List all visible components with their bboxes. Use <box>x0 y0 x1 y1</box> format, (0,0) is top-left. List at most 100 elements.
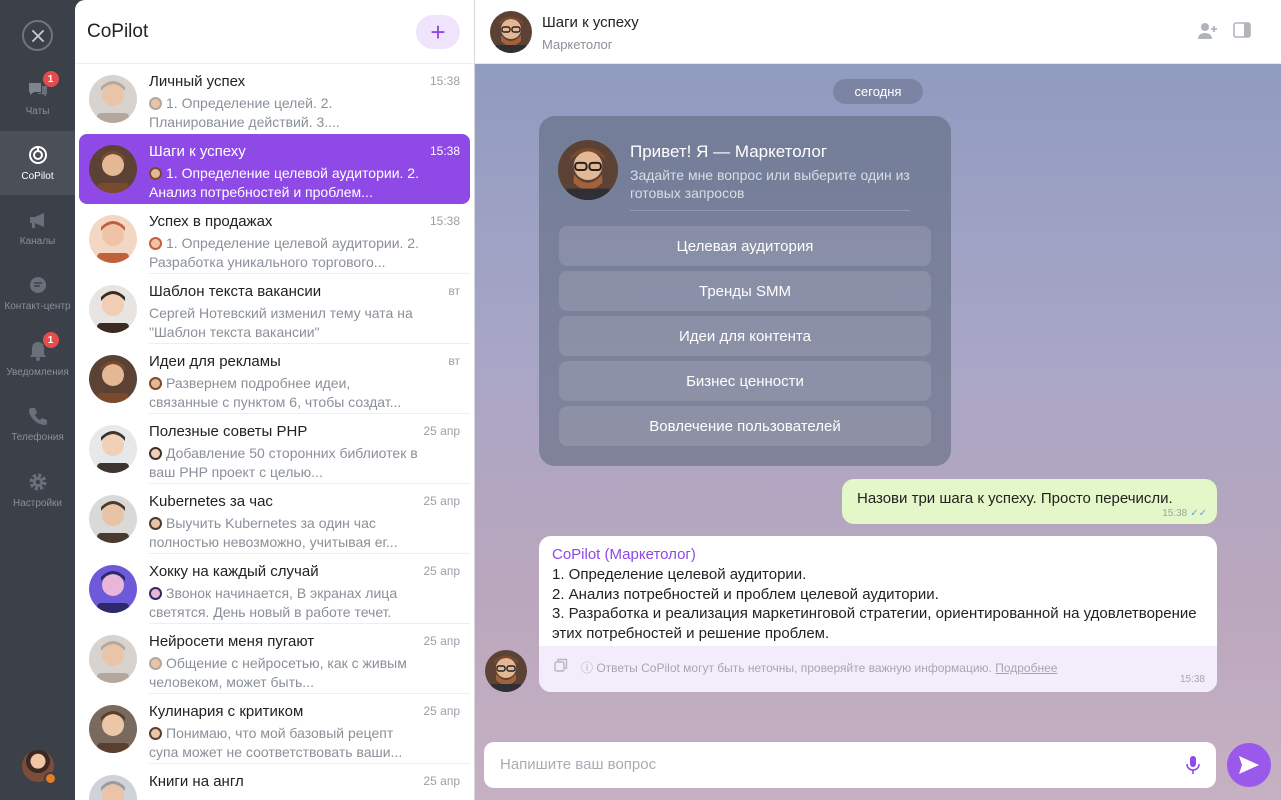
chat-item-avatar <box>89 495 137 543</box>
chat-item-avatar <box>89 285 137 333</box>
contact-center-icon <box>27 274 49 296</box>
rail-item-contact-center[interactable]: Контакт-центр <box>0 261 75 325</box>
rail-label: Настройки <box>12 498 63 509</box>
chat-item-preview: Добавление 50 сторонних библиотек в ваш … <box>149 444 419 482</box>
rail-item-settings[interactable]: Настройки <box>0 458 75 522</box>
user-avatar[interactable] <box>22 750 57 785</box>
prompt-button[interactable]: Бизнес ценности <box>559 361 931 401</box>
chat-item-avatar <box>89 355 137 403</box>
chat-item-name: Кулинария с критиком <box>149 703 304 720</box>
prompt-button[interactable]: Тренды SMM <box>559 271 931 311</box>
rail-label: CoPilot <box>21 171 54 182</box>
chat-item-name: Личный успех <box>149 73 246 90</box>
chat-window: Шаги к успеху Маркетолог сегодня Привет!… <box>474 0 1281 800</box>
chat-item-preview: 1. Определение целевой аудитории. 2. Раз… <box>149 234 419 272</box>
incoming-message[interactable]: CoPilot (Маркетолог) 1. Определение целе… <box>539 536 1217 692</box>
bell-icon: 1 <box>27 332 59 362</box>
chat-item-preview-text: 1. Определение целевой аудитории. 2. Ана… <box>149 165 419 200</box>
rail-item-telephony[interactable]: Телефония <box>0 392 75 456</box>
prompt-button[interactable]: Целевая аудитория <box>559 226 931 266</box>
message-line: 1. Определение целевой аудитории. <box>552 566 807 583</box>
chat-list-item[interactable]: Нейросети меня пугают 25 апр Общение с ней… <box>79 624 470 694</box>
chat-item-preview-text: Развернем подробнее идеи, связанные с пу… <box>149 375 402 410</box>
chat-list-item[interactable]: Идеи для рекламы вт Развернем подробнее ид… <box>79 344 470 414</box>
chat-list-item[interactable]: Хокку на каждый случай 25 апр Звонок начин… <box>79 554 470 624</box>
rail-item-channels[interactable]: Каналы <box>0 196 75 260</box>
chat-list-item[interactable]: Шаблон текста вакансии вт Сергей Нотевский… <box>79 274 470 344</box>
message-body: 1. Определение целевой аудитории. 2. Ана… <box>552 565 1202 643</box>
chat-item-preview: Выучить Kubernetes за один час полностью… <box>149 514 419 552</box>
phone-icon <box>27 405 49 427</box>
chat-item-time: 25 апр <box>423 774 460 788</box>
notifications-badge: 1 <box>42 332 59 348</box>
send-button[interactable] <box>1227 743 1271 787</box>
read-checkmarks-icon: ✓✓ <box>1190 508 1207 519</box>
message-author: CoPilot (Маркетолог) <box>552 546 696 563</box>
composer-input[interactable]: Напишите ваш вопрос <box>500 756 656 773</box>
message-time: 15:38 <box>1179 674 1205 685</box>
chat-item-name: Идеи для рекламы <box>149 353 281 370</box>
message-composer[interactable]: Напишите ваш вопрос <box>484 742 1216 788</box>
info-icon: ⓘ <box>581 661 597 675</box>
nav-rail: 1 Чаты CoPilot Каналы Контакт-центр 1 Ув… <box>0 0 75 800</box>
chat-item-avatar <box>89 75 137 123</box>
sender-mini-avatar <box>149 447 162 460</box>
send-icon <box>1239 756 1259 774</box>
chat-list-item[interactable]: Личный успех 15:38 1. Определение целей. 2… <box>79 64 470 134</box>
add-chat-button[interactable]: + <box>416 14 460 49</box>
prompt-button[interactable]: Идеи для контента <box>559 316 931 356</box>
more-link[interactable]: Подробнее <box>995 661 1057 675</box>
rail-item-copilot[interactable]: CoPilot <box>0 131 75 195</box>
rail-label: Чаты <box>25 106 50 117</box>
chat-item-time: 15:38 <box>429 74 460 88</box>
megaphone-icon <box>27 209 49 231</box>
chat-avatar[interactable] <box>490 11 532 53</box>
disclaimer: ⓘ Ответы CoPilot могут быть неточны, про… <box>581 659 1057 676</box>
assistant-message-avatar[interactable] <box>485 650 527 692</box>
message-footer: ⓘ Ответы CoPilot могут быть неточны, про… <box>539 646 1217 692</box>
sender-mini-avatar <box>149 657 162 670</box>
chat-item-avatar <box>89 775 137 800</box>
copy-icon[interactable] <box>554 658 568 672</box>
chat-item-preview-text: Звонок начинается, В экранах лица светят… <box>149 585 398 620</box>
chat-list-item[interactable]: Успех в продажах 15:38 1. Определение целе… <box>79 204 470 274</box>
chat-list-item[interactable]: Полезные советы PHP 25 апр Добавление 50 с… <box>79 414 470 484</box>
chat-item-name: Шаги к успеху <box>149 143 246 160</box>
chat-list-item[interactable]: Книги на англ 25 апр <box>79 764 470 800</box>
chat-item-time: 15:38 <box>429 214 460 228</box>
chat-item-preview <box>149 794 419 800</box>
sender-mini-avatar <box>149 377 162 390</box>
chat-item-name: Книги на англ <box>149 773 244 790</box>
outgoing-message[interactable]: Назови три шага к успеху. Просто перечис… <box>842 479 1217 524</box>
chat-item-avatar <box>89 705 137 753</box>
rail-item-notifications[interactable]: 1 Уведомления <box>0 327 75 391</box>
date-separator: сегодня <box>833 79 923 104</box>
chat-item-avatar <box>89 215 137 263</box>
prompt-button[interactable]: Вовлечение пользователей <box>559 406 931 446</box>
side-panel-icon[interactable] <box>1233 22 1253 42</box>
microphone-icon[interactable] <box>1186 755 1200 775</box>
chat-item-time: 25 апр <box>423 564 460 578</box>
close-button[interactable] <box>22 20 53 51</box>
sender-mini-avatar <box>149 517 162 530</box>
chat-item-preview: 1. Определение целевой аудитории. 2. Ана… <box>149 164 419 202</box>
chat-list-item[interactable]: Кулинария с критиком 25 апр Понимаю, что м… <box>79 694 470 764</box>
chat-header: Шаги к успеху Маркетолог <box>475 0 1281 64</box>
message-line: 3. Разработка и реализация маркетинговой… <box>552 605 1197 642</box>
message-line: 2. Анализ потребностей и проблем целевой… <box>552 585 939 603</box>
chat-item-time: 15:38 <box>429 144 460 158</box>
chat-list-item[interactable]: Шаги к успеху 15:38 1. Определение целевой… <box>79 134 470 204</box>
copilot-icon <box>27 144 49 166</box>
chat-list-item[interactable]: Kubernetes за час 25 апр Выучить Kubernete… <box>79 484 470 554</box>
rail-item-chats[interactable]: 1 Чаты <box>0 66 75 130</box>
chat-item-name: Хокку на каждый случай <box>149 563 319 580</box>
add-user-icon[interactable] <box>1198 22 1218 42</box>
chat-item-preview: Общение с нейросетью, как с живым челове… <box>149 654 419 692</box>
chat-item-time: 25 апр <box>423 704 460 718</box>
chat-item-preview-text: Понимаю, что мой базовый рецепт супа мож… <box>149 725 403 760</box>
chat-list: Личный успех 15:38 1. Определение целей. 2… <box>75 64 474 800</box>
sender-mini-avatar <box>149 97 162 110</box>
assistant-avatar <box>558 140 618 200</box>
chat-item-time: 25 апр <box>423 494 460 508</box>
chat-item-preview-text: Добавление 50 сторонних библиотек в ваш … <box>149 445 418 480</box>
